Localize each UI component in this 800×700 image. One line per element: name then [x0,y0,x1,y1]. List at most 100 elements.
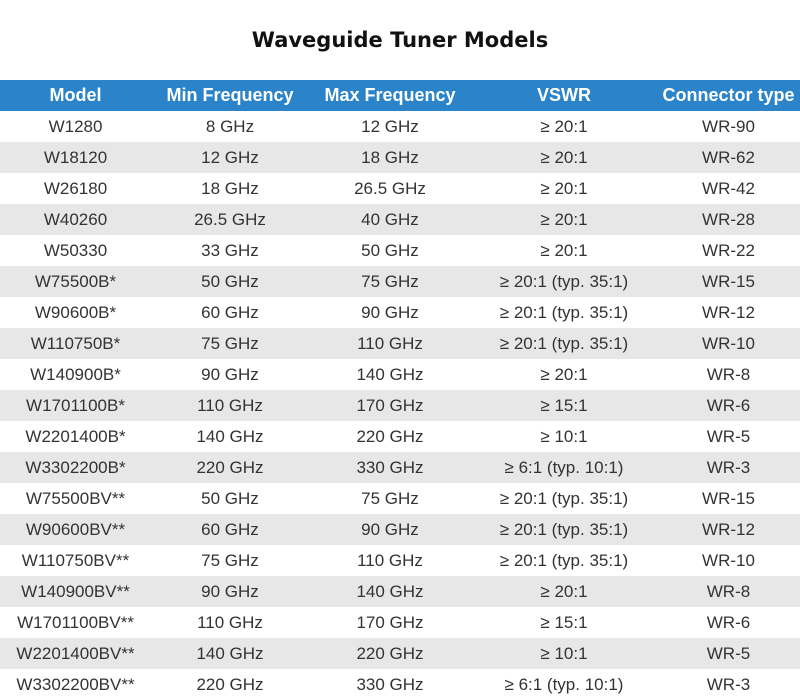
header-connector-type: Connector type [662,85,795,105]
max-frequency-cell: 110 GHz [357,333,423,353]
vswr-cell: ≥ 20:1 [540,178,588,198]
max-frequency-cell: 330 GHz [356,457,424,477]
vswr-cell: ≥ 20:1 (typ. 35:1) [499,488,629,508]
min-frequency-cell: 8 GHz [205,116,255,136]
max-frequency-cell: 170 GHz [356,395,424,415]
table-row: W3302200BV** 220 GHz 330 GHz ≥ 6:1 (typ. 10… [0,669,800,700]
max-frequency-cell: 220 GHz [356,643,424,663]
connector-type-cell: WR-62 [702,147,755,167]
model-cell: W110750BV** [21,550,130,570]
header-vswr: VSWR [537,85,591,105]
min-frequency-cell: 50 GHz [201,488,259,508]
model-cell: W1701100B* [26,395,125,415]
connector-type-cell: WR-10 [702,333,755,353]
model-cell: W18120 [43,147,108,167]
table-body: W1280 8 GHz 12 GHz ≥ 20:1 WR-90 W18120 12 GHz 1… [0,111,800,700]
max-frequency-cell: 75 GHz [361,488,419,508]
max-frequency-cell: 220 GHz [356,426,424,446]
min-frequency-cell: 60 GHz [201,519,259,539]
model-cell: W50330 [43,240,108,260]
max-frequency-cell: 75 GHz [361,271,419,291]
header-min-frequency: Min Frequency [166,85,294,105]
table-row: W75500B* 50 GHz 75 GHz ≥ 20:1 (typ. 35:1) WR… [0,266,800,297]
vswr-cell: ≥ 10:1 [540,426,588,446]
page-title: Waveguide Tuner Models [251,28,549,52]
connector-type-cell: WR-10 [702,550,755,570]
connector-type-cell: WR-90 [702,116,755,136]
min-frequency-cell: 12 GHz [201,147,259,167]
connector-type-cell: WR-3 [706,457,751,477]
max-frequency-cell: 50 GHz [361,240,419,260]
table-row: W75500BV** 50 GHz 75 GHz ≥ 20:1 (typ. 35:1)… [0,483,800,514]
connector-type-cell: WR-5 [706,426,751,446]
table-row: W18120 12 GHz 18 GHz ≥ 20:1 WR-62 [0,142,800,173]
vswr-cell: ≥ 20:1 [540,147,588,167]
header-max-frequency: Max Frequency [324,85,456,105]
table-row: W1701100BV** 110 GHz 170 GHz ≥ 15:1 WR-6 [0,607,800,638]
vswr-cell: ≥ 20:1 [540,240,588,260]
min-frequency-cell: 50 GHz [201,271,259,291]
connector-type-cell: WR-42 [702,178,755,198]
model-cell: W140900B* [30,364,121,384]
max-frequency-cell: 140 GHz [356,581,424,601]
vswr-cell: ≥ 20:1 [540,364,588,384]
connector-type-cell: WR-12 [702,302,755,322]
max-frequency-cell: 40 GHz [361,209,419,229]
max-frequency-cell: 140 GHz [356,364,424,384]
table-row: W140900B* 90 GHz 140 GHz ≥ 20:1 WR-8 [0,359,800,390]
connector-type-cell: WR-5 [706,643,751,663]
vswr-cell: ≥ 20:1 (typ. 35:1) [499,550,629,570]
table-row: W140900BV** 90 GHz 140 GHz ≥ 20:1 WR-8 [0,576,800,607]
max-frequency-cell: 330 GHz [356,674,424,694]
vswr-cell: ≥ 20:1 [540,116,588,136]
table-row: W90600B* 60 GHz 90 GHz ≥ 20:1 (typ. 35:1) WR… [0,297,800,328]
waveguide-tuner-table: Model Min Frequency Max Frequency VSWR C… [0,80,800,700]
min-frequency-cell: 140 GHz [196,426,264,446]
header-model: Model [49,85,102,105]
model-cell: W90600BV** [25,519,126,539]
model-cell: W140900BV** [21,581,130,601]
vswr-cell: ≥ 20:1 (typ. 35:1) [499,302,629,322]
min-frequency-cell: 60 GHz [201,302,259,322]
model-cell: W2201400B* [25,426,126,446]
max-frequency-cell: 18 GHz [361,147,419,167]
connector-type-cell: WR-6 [706,612,751,632]
table-row: W40260 26.5 GHz 40 GHz ≥ 20:1 WR-28 [0,204,800,235]
vswr-cell: ≥ 20:1 (typ. 35:1) [499,271,629,291]
table-row: W1701100B* 110 GHz 170 GHz ≥ 15:1 WR-6 [0,390,800,421]
min-frequency-cell: 18 GHz [201,178,259,198]
min-frequency-cell: 110 GHz [197,612,263,632]
min-frequency-cell: 90 GHz [201,364,259,384]
table-row: W26180 18 GHz 26.5 GHz ≥ 20:1 WR-42 [0,173,800,204]
connector-type-cell: WR-3 [706,674,751,694]
connector-type-cell: WR-12 [702,519,755,539]
connector-type-cell: WR-8 [706,364,751,384]
model-cell: W1701100BV** [17,612,134,632]
model-cell: W40260 [43,209,108,229]
model-cell: W75500B* [34,271,117,291]
min-frequency-cell: 220 GHz [196,457,264,477]
table-row: W110750BV** 75 GHz 110 GHz ≥ 20:1 (typ. 35:… [0,545,800,576]
max-frequency-cell: 170 GHz [356,612,424,632]
table-row: W2201400BV** 140 GHz 220 GHz ≥ 10:1 WR-5 [0,638,800,669]
table-row: W2201400B* 140 GHz 220 GHz ≥ 10:1 WR-5 [0,421,800,452]
vswr-cell: ≥ 15:1 [540,395,588,415]
min-frequency-cell: 140 GHz [196,643,264,663]
connector-type-cell: WR-28 [702,209,755,229]
model-cell: W90600B* [34,302,117,322]
connector-type-cell: WR-15 [702,271,755,291]
header-row: Model Min Frequency Max Frequency VSWR C… [0,80,800,111]
max-frequency-cell: 110 GHz [357,550,423,570]
vswr-cell: ≥ 20:1 (typ. 35:1) [499,519,629,539]
table-row: W50330 33 GHz 50 GHz ≥ 20:1 WR-22 [0,235,800,266]
model-cell: W2201400BV** [16,643,135,663]
table-row: W110750B* 75 GHz 110 GHz ≥ 20:1 (typ. 35:1)… [0,328,800,359]
min-frequency-cell: 110 GHz [197,395,263,415]
model-cell: W75500BV** [25,488,126,508]
model-cell: W1280 [48,116,103,136]
vswr-cell: ≥ 6:1 (typ. 10:1) [504,674,624,694]
min-frequency-cell: 33 GHz [201,240,259,260]
table-header: Model Min Frequency Max Frequency VSWR C… [0,80,800,111]
connector-type-cell: WR-6 [706,395,751,415]
table-row: W90600BV** 60 GHz 90 GHz ≥ 20:1 (typ. 35:1)… [0,514,800,545]
